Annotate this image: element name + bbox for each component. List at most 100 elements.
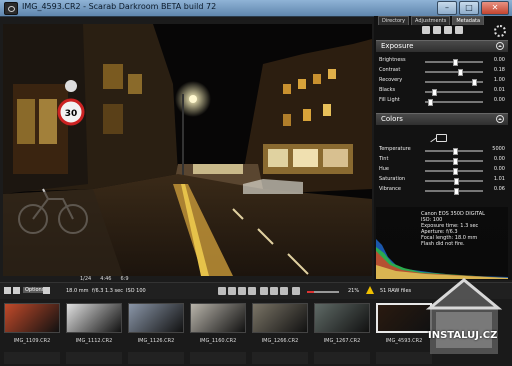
zoom-slider[interactable] <box>307 291 339 293</box>
speed-sign-number: 30 <box>65 109 78 119</box>
adjust-slider[interactable] <box>425 99 483 106</box>
metadata-histogram: Canon EOS 350D DIGITAL ISO: 100 Exposure… <box>376 207 508 279</box>
adjust-slider[interactable] <box>425 168 483 175</box>
film-thumbnail-next-row[interactable] <box>190 352 246 364</box>
adjust-slider[interactable] <box>425 158 483 165</box>
app-window: IMG_4593.CR2 - Scarab Darkroom BETA buil… <box>0 0 512 366</box>
adjust-slider[interactable] <box>425 69 483 76</box>
adjust-slider[interactable] <box>425 188 483 195</box>
title-bar: IMG_4593.CR2 - Scarab Darkroom BETA buil… <box>0 0 512 17</box>
adjust-slider[interactable] <box>425 148 483 155</box>
exposure-title: Exposure <box>381 42 414 50</box>
thumbnail-image <box>314 303 370 333</box>
thumbnail-filename: IMG_1126.CR2 <box>137 338 175 344</box>
close-button[interactable]: ✕ <box>481 1 509 15</box>
colors-header[interactable]: Colors <box>376 113 508 125</box>
tab-adjustments[interactable]: Adjustments <box>411 16 451 25</box>
film-thumbnail[interactable]: IMG_1160.CR2 <box>190 303 246 347</box>
adjust-label: Hue <box>379 166 390 172</box>
adjust-slider[interactable] <box>425 178 483 185</box>
slider-knob[interactable] <box>452 158 458 165</box>
colors-title: Colors <box>381 115 403 123</box>
adjust-value: 1.00 <box>493 77 505 83</box>
delete-icon[interactable] <box>43 287 50 294</box>
slider-knob[interactable] <box>427 99 433 106</box>
adjust-label: Blacks <box>379 87 396 93</box>
main-photo-view[interactable]: 30 <box>3 24 372 276</box>
street-photo: 30 <box>3 24 372 276</box>
adjust-value: 0.18 <box>493 67 505 73</box>
slider-knob[interactable] <box>452 148 458 155</box>
save-icon[interactable] <box>4 287 11 294</box>
adjust-value: 1.01 <box>493 176 505 182</box>
film-thumbnail-next-row[interactable] <box>4 352 60 364</box>
film-thumbnail[interactable]: IMG_1266.CR2 <box>252 303 308 347</box>
rotate-icon[interactable] <box>238 287 246 295</box>
slider-knob[interactable] <box>454 188 460 195</box>
undo-icon[interactable] <box>444 26 452 34</box>
maximize-button[interactable]: □ <box>459 1 479 15</box>
film-thumbnail[interactable]: IMG_1112.CR2 <box>66 303 122 347</box>
collapse-icon[interactable] <box>496 115 504 123</box>
view-1-icon[interactable] <box>270 287 278 295</box>
adjust-value: 0.00 <box>493 166 505 172</box>
zoom-percent: 21% <box>348 288 360 294</box>
watermark-text: INSTALUJ.CZ <box>428 330 498 341</box>
film-thumbnail-next-row[interactable] <box>66 352 122 364</box>
slider-knob[interactable] <box>453 178 459 185</box>
adjust-value: 0.00 <box>493 57 505 63</box>
film-thumbnail-next-row[interactable] <box>314 352 370 364</box>
slider-knob[interactable] <box>452 59 458 66</box>
thumbnail-filename: IMG_1112.CR2 <box>75 338 113 344</box>
colors-row: Temperature 5000 <box>379 146 505 155</box>
camera-icon[interactable] <box>436 134 447 142</box>
film-thumbnail[interactable]: IMG_1126.CR2 <box>128 303 184 347</box>
tab-metadata[interactable]: Metadata <box>452 16 485 25</box>
paste-icon[interactable] <box>433 26 441 34</box>
histogram <box>376 239 508 279</box>
slider-knob[interactable] <box>458 69 463 76</box>
raw-file-count: 51 RAW files <box>380 288 412 294</box>
grid-icon[interactable] <box>292 287 300 295</box>
adjust-value: 0.00 <box>493 156 505 162</box>
exposure-header[interactable]: Exposure <box>376 40 508 52</box>
adjust-slider[interactable] <box>425 89 483 96</box>
exposure-row: Recovery 1.00 <box>379 77 505 86</box>
adjust-value: 0.06 <box>493 186 505 192</box>
slider-knob[interactable] <box>471 79 477 86</box>
export-icon[interactable] <box>13 287 20 294</box>
collapse-icon[interactable] <box>496 42 504 50</box>
crop-icon[interactable] <box>218 287 226 295</box>
thumbnail-image <box>66 303 122 333</box>
exposure-row: Fill Light 0.00 <box>379 97 505 106</box>
thumbnail-filename: IMG_1160.CR2 <box>199 338 237 344</box>
adjust-slider[interactable] <box>425 59 483 66</box>
adjust-label: Vibrance <box>379 186 401 192</box>
adjust-value: 0.00 <box>493 97 505 103</box>
view-2-icon[interactable] <box>280 287 288 295</box>
slider-knob[interactable] <box>452 168 458 175</box>
exposure-row: Blacks 0.01 <box>379 87 505 96</box>
compare-icon[interactable] <box>260 287 268 295</box>
minimize-button[interactable]: – <box>437 1 457 15</box>
gear-icon[interactable] <box>494 25 506 37</box>
tab-directory[interactable]: Directory <box>378 16 410 25</box>
adjust-value: 5000 <box>492 146 505 152</box>
flip-icon[interactable] <box>248 287 256 295</box>
film-thumbnail-next-row[interactable] <box>252 352 308 364</box>
redo-icon[interactable] <box>455 26 463 34</box>
film-thumbnail-next-row[interactable] <box>128 352 184 364</box>
slider-knob[interactable] <box>431 89 437 96</box>
colors-row: Vibrance 0.06 <box>379 186 505 195</box>
adjust-value: 0.01 <box>493 87 505 93</box>
thumbnail-filename: IMG_1266.CR2 <box>261 338 299 344</box>
adjust-slider[interactable] <box>425 79 483 86</box>
thumbnail-image <box>252 303 308 333</box>
watermark-logo <box>425 278 503 354</box>
film-thumbnail[interactable]: IMG_1109.CR2 <box>4 303 60 347</box>
panel-tabs: Directory Adjustments Metadata <box>378 16 485 25</box>
film-thumbnail[interactable]: IMG_1267.CR2 <box>314 303 370 347</box>
copy-icon[interactable] <box>422 26 430 34</box>
straighten-icon[interactable] <box>228 287 236 295</box>
adjust-label: Recovery <box>379 77 403 83</box>
